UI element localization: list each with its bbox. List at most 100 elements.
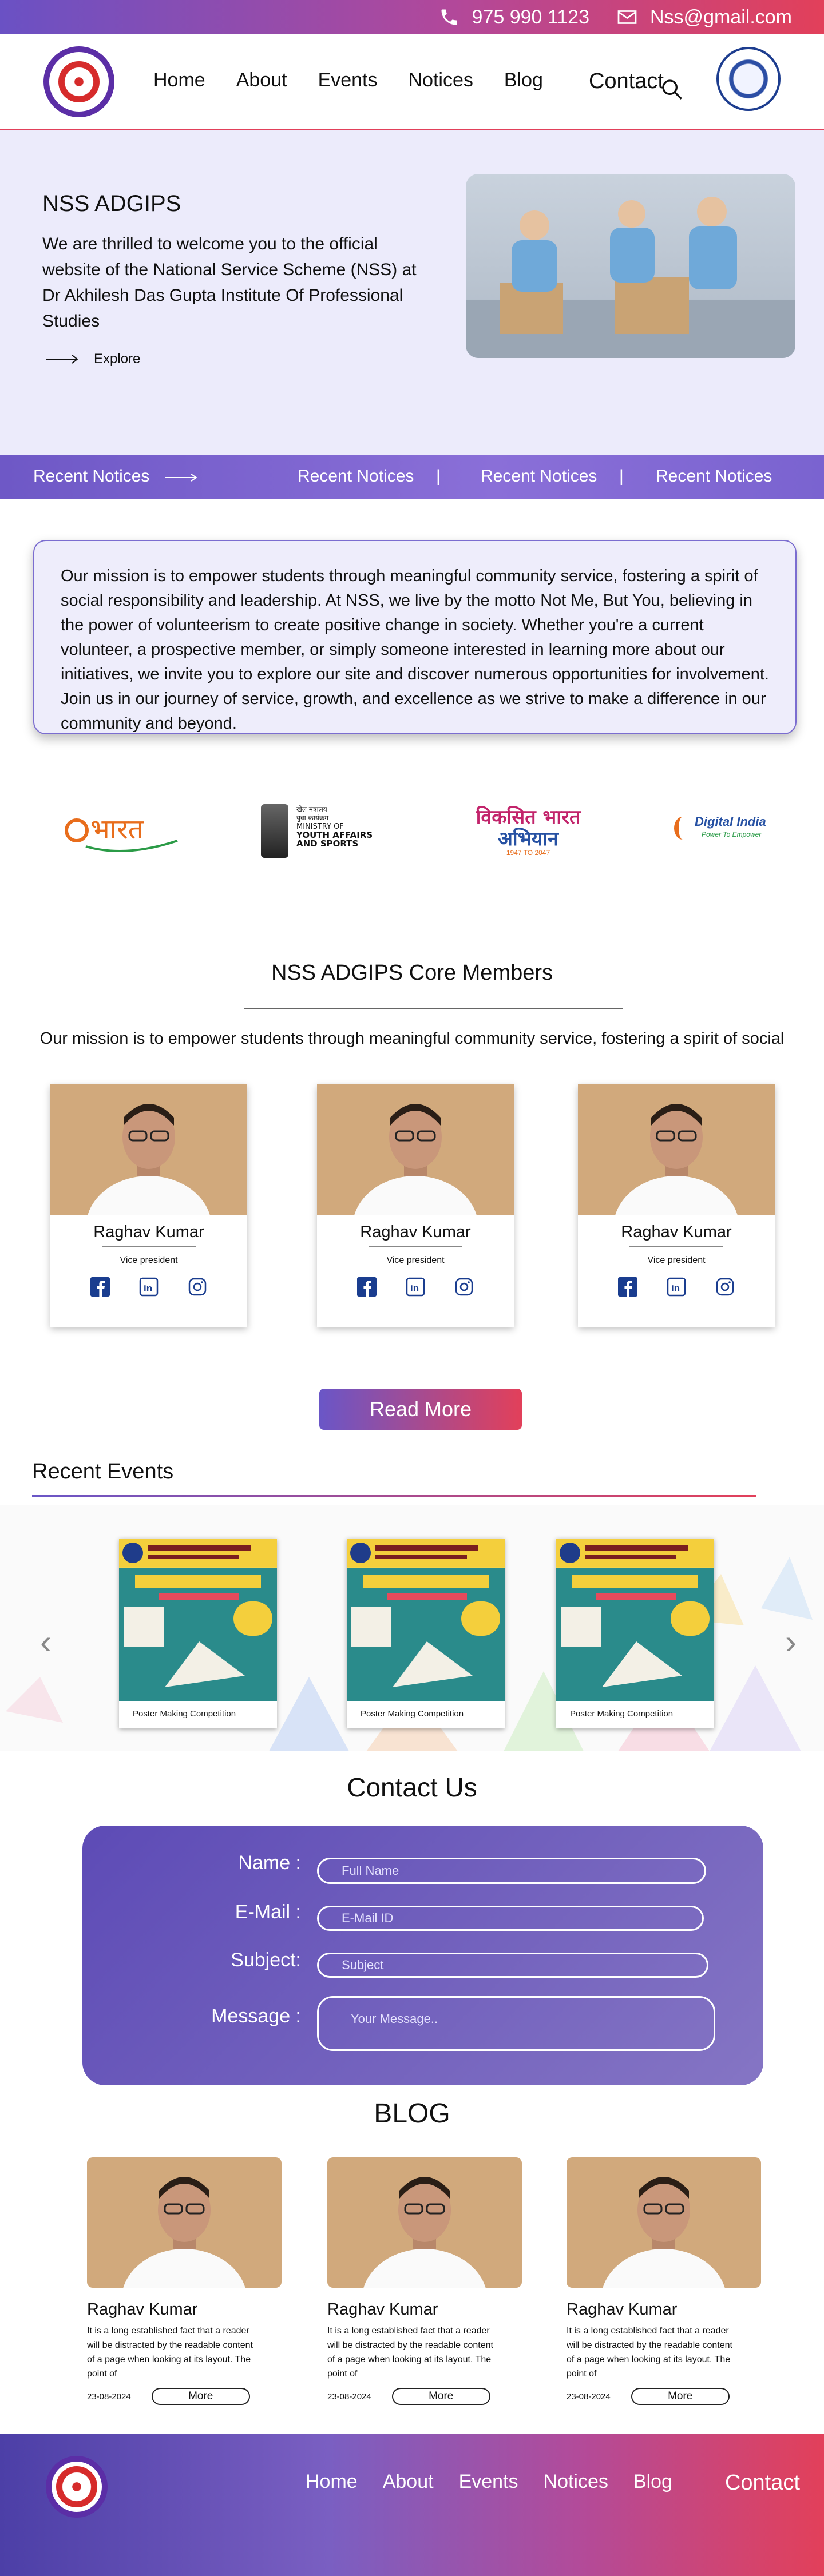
ticker-item[interactable]: Recent Notices	[298, 467, 414, 486]
linkedin-icon[interactable]: in	[139, 1277, 159, 1297]
nav-contact[interactable]: Contact	[589, 69, 664, 94]
nav-about[interactable]: About	[236, 69, 287, 94]
facebook-icon[interactable]	[357, 1277, 377, 1297]
read-more-button[interactable]: Read More	[319, 1389, 522, 1430]
member-name: Raghav Kumar	[621, 1223, 732, 1241]
nav-home[interactable]: Home	[153, 69, 205, 94]
viksit-line: विकसित भारत	[476, 806, 581, 829]
ticker-item[interactable]: Recent Notices	[656, 467, 772, 486]
svg-text:भारत: भारत	[90, 814, 145, 845]
event-card[interactable]: Poster Making Competition	[347, 1539, 505, 1728]
instagram-icon[interactable]	[454, 1277, 474, 1297]
blog-more-button[interactable]: More	[631, 2388, 730, 2405]
member-role: Vice president	[386, 1255, 445, 1265]
chevron-right-icon[interactable]: ›	[785, 1622, 797, 1661]
viksit-line: अभियान	[497, 828, 559, 850]
site-footer: Home About Events Notices Blog Contact	[0, 2434, 824, 2576]
recent-notices-ticker: Recent Notices Recent Notices | Recent N…	[0, 455, 824, 499]
footer-home[interactable]: Home	[306, 2471, 358, 2495]
contact-form: Name : Full Name E-Mail : E-Mail ID Subj…	[82, 1826, 763, 2085]
digital-india-tagline: Power To Empower	[702, 830, 762, 838]
subject-input[interactable]: Subject	[317, 1953, 708, 1978]
digital-india-title: Digital India	[695, 814, 766, 829]
nav-links: Home About Events Notices Blog Contact	[153, 69, 695, 94]
footer-blog[interactable]: Blog	[633, 2471, 672, 2495]
blog-photo	[566, 2157, 761, 2288]
footer-about[interactable]: About	[383, 2471, 434, 2495]
blog-author: Raghav Kumar	[87, 2300, 198, 2319]
event-card[interactable]: Poster Making Competition	[556, 1539, 714, 1728]
facebook-icon[interactable]	[618, 1277, 637, 1297]
blog-excerpt: It is a long established fact that a rea…	[327, 2326, 493, 2379]
social-links: in	[618, 1277, 735, 1297]
search-icon[interactable]	[660, 78, 683, 101]
blog-more-button[interactable]: More	[391, 2388, 490, 2405]
nav-events[interactable]: Events	[318, 69, 378, 94]
blog-card: Raghav Kumar It is a long established fa…	[566, 2157, 761, 2405]
instagram-icon[interactable]	[715, 1277, 735, 1297]
phone-contact[interactable]: 975 990 1123	[439, 6, 589, 29]
svg-text:in: in	[671, 1283, 680, 1294]
nss-logo[interactable]	[43, 46, 114, 117]
member-photo	[50, 1084, 247, 1215]
message-label: Message :	[211, 2005, 301, 2027]
svg-text:in: in	[144, 1283, 152, 1294]
nss-logo[interactable]	[46, 2456, 108, 2518]
blog-more-button[interactable]: More	[151, 2388, 250, 2405]
blog-date: 23-08-2024	[566, 2391, 611, 2402]
footer-notices[interactable]: Notices	[544, 2471, 608, 2495]
core-members-subtitle: Our mission is to empower students throu…	[39, 1029, 785, 1048]
divider	[102, 1246, 196, 1247]
blog-date: 23-08-2024	[87, 2391, 131, 2402]
name-label: Name :	[238, 1852, 301, 1874]
email-contact[interactable]: Nss@gmail.com	[617, 6, 792, 29]
divider	[244, 1008, 623, 1009]
event-caption: Poster Making Competition	[133, 1709, 236, 1719]
contact-title: Contact Us	[347, 1772, 477, 1802]
digital-india-logo: Digital India Power To Empower	[674, 814, 777, 849]
chevron-left-icon[interactable]: ‹	[40, 1622, 52, 1661]
blog-author: Raghav Kumar	[566, 2300, 678, 2319]
event-caption: Poster Making Competition	[360, 1709, 464, 1719]
viksit-line: 1947 TO 2047	[506, 849, 550, 857]
hero-section: NSS ADGIPS We are thrilled to welcome yo…	[0, 130, 824, 455]
main-navigation: Home About Events Notices Blog Contact	[0, 34, 824, 130]
mail-icon	[617, 10, 637, 24]
mission-text: Our mission is to empower students throu…	[61, 567, 769, 733]
ticker-item[interactable]: Recent Notices	[481, 467, 597, 486]
event-card[interactable]: Poster Making Competition	[119, 1539, 277, 1728]
volunteers-photo	[466, 174, 795, 358]
name-input[interactable]: Full Name	[317, 1858, 706, 1884]
blog-excerpt: It is a long established fact that a rea…	[87, 2326, 253, 2379]
facebook-icon[interactable]	[90, 1277, 110, 1297]
institute-emblem	[716, 47, 781, 111]
explore-link[interactable]: Explore	[46, 351, 140, 367]
blog-footer: 23-08-2024 More	[327, 2388, 522, 2405]
viksit-bharat-logo: विकसित भारत अभियान 1947 TO 2047	[462, 803, 594, 860]
linkedin-icon[interactable]: in	[406, 1277, 425, 1297]
linkedin-icon[interactable]: in	[667, 1277, 686, 1297]
footer-contact[interactable]: Contact	[725, 2471, 800, 2495]
event-caption: Poster Making Competition	[570, 1709, 674, 1719]
g20-bharat-logo: भारत	[65, 814, 178, 852]
hero-title: NSS ADGIPS	[42, 191, 181, 216]
message-input[interactable]: Your Message..	[317, 1996, 715, 2051]
core-members-title: NSS ADGIPS Core Members	[271, 961, 553, 985]
digital-india-icon	[674, 817, 691, 840]
event-poster-image	[347, 1539, 505, 1701]
member-name: Raghav Kumar	[93, 1223, 204, 1241]
email-label: E-Mail :	[235, 1901, 301, 1923]
divider	[629, 1246, 723, 1247]
ticker-item[interactable]: Recent Notices	[33, 467, 149, 486]
blog-title: BLOG	[374, 2098, 450, 2129]
email-input[interactable]: E-Mail ID	[317, 1906, 704, 1931]
nav-notices[interactable]: Notices	[409, 69, 473, 94]
nav-blog[interactable]: Blog	[504, 69, 543, 94]
phone-number: 975 990 1123	[472, 6, 589, 28]
footer-events[interactable]: Events	[459, 2471, 518, 2495]
member-name: Raghav Kumar	[360, 1223, 471, 1241]
social-links: in	[357, 1277, 474, 1297]
instagram-icon[interactable]	[188, 1277, 207, 1297]
member-card: Raghav Kumar Vice president in	[317, 1084, 514, 1327]
blog-footer: 23-08-2024 More	[87, 2388, 282, 2405]
